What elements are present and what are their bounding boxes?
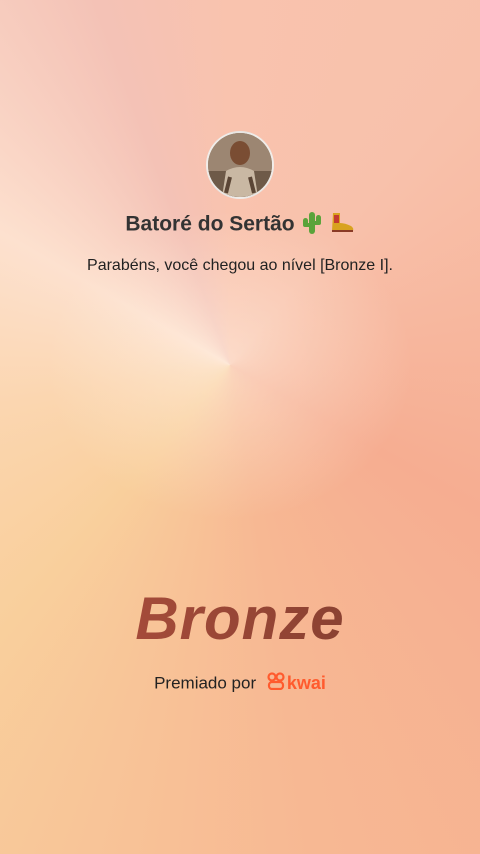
avatar[interactable] <box>206 131 274 199</box>
avatar-photo <box>208 133 272 197</box>
level-up-message: Parabéns, você chegou ao nível [Bronze I… <box>87 257 393 274</box>
background-glow <box>0 0 480 854</box>
award-line: Premiado por kwai <box>0 672 480 695</box>
kwai-brand: kwai <box>286 673 326 693</box>
cactus-icon <box>301 210 323 240</box>
level-title: Bronze <box>0 584 480 653</box>
profile-name: Batoré do Sertão <box>125 212 295 236</box>
profile-name-row: Batoré do Sertão <box>0 210 480 240</box>
award-prefix: Premiado por <box>154 673 257 693</box>
cowboy-boot-icon <box>329 211 355 239</box>
kwai-logo-icon <box>267 672 285 695</box>
